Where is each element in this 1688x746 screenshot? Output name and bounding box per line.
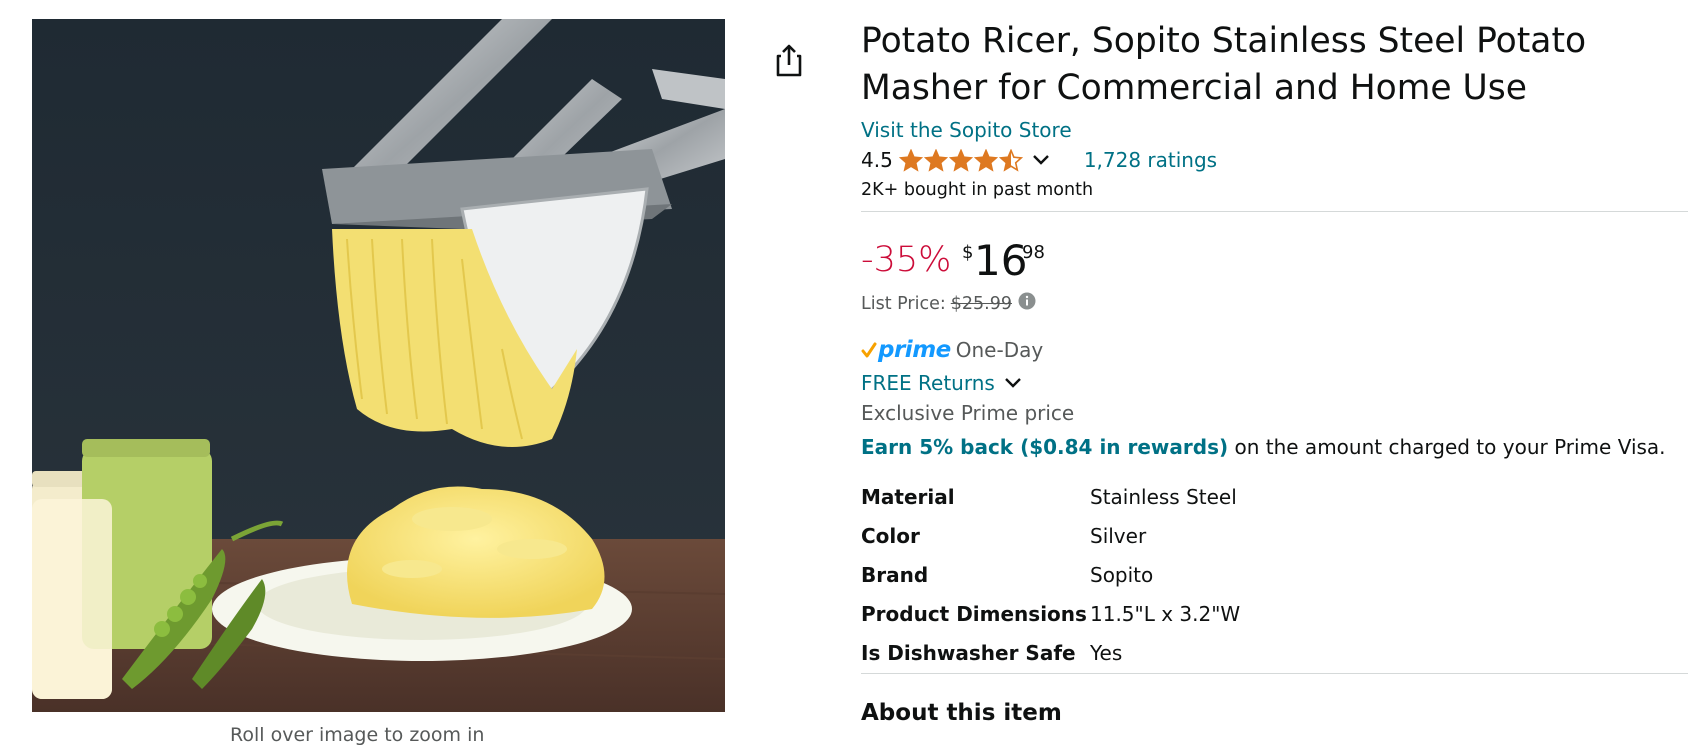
prime-logo-text: prime: [878, 337, 951, 363]
chevron-down-icon: [1004, 377, 1022, 389]
spec-value: Sopito: [1090, 562, 1154, 587]
free-returns-label: FREE Returns: [861, 371, 995, 395]
list-price: List Price: $25.99: [861, 292, 1036, 315]
rewards-text: on the amount charged to your Prime Visa…: [1228, 435, 1666, 459]
star-icon: [973, 148, 998, 172]
chevron-down-icon[interactable]: [1032, 154, 1050, 166]
star-icon: [998, 148, 1023, 172]
product-title: Potato Ricer, Sopito Stainless Steel Pot…: [861, 21, 1587, 108]
rewards-link[interactable]: Earn 5% back ($0.84 in rewards): [861, 435, 1228, 459]
price-whole: 16: [974, 236, 1028, 285]
spec-row: Material Stainless Steel: [861, 477, 1240, 516]
spec-value: Silver: [1090, 523, 1147, 548]
spec-label: Color: [861, 523, 920, 548]
spec-label: Brand: [861, 562, 929, 587]
star-icon: [948, 148, 973, 172]
spec-row: Brand Sopito: [861, 555, 1240, 594]
spec-row: Color Silver: [861, 516, 1240, 555]
price-symbol: $: [962, 242, 974, 263]
prime-check-icon: [861, 341, 877, 359]
price-fraction: 98: [1022, 242, 1045, 263]
list-price-label: List Price:: [861, 293, 946, 314]
prime-badge: prime One-Day: [861, 336, 1043, 364]
exclusive-prime-price: Exclusive Prime price: [861, 401, 1075, 425]
product-specs-table: Material Stainless Steel Color Silver Br…: [861, 477, 1240, 672]
share-icon[interactable]: [772, 42, 806, 80]
rating-row: 4.5 1,728 ratings: [861, 146, 1217, 174]
free-returns-link[interactable]: FREE Returns: [861, 369, 1022, 397]
rating-stars[interactable]: [898, 148, 1024, 172]
list-price-value: $25.99: [950, 293, 1012, 314]
divider: [861, 211, 1688, 212]
spec-value: Yes: [1090, 640, 1123, 665]
about-heading: About this item: [861, 700, 1062, 726]
spec-value: 11.5"L x 3.2"W: [1090, 601, 1241, 626]
spec-value: Stainless Steel: [1090, 484, 1237, 509]
divider: [861, 673, 1688, 674]
prime-speed: One-Day: [955, 338, 1044, 362]
product-image[interactable]: [32, 19, 725, 712]
discount-percent: -35%: [861, 240, 952, 280]
zoom-hint: Roll over image to zoom in: [230, 724, 485, 746]
spec-label: Product Dimensions: [861, 601, 1087, 626]
spec-row: Is Dishwasher Safe Yes: [861, 633, 1240, 672]
star-icon: [898, 148, 923, 172]
store-link[interactable]: Visit the Sopito Store: [861, 118, 1072, 142]
info-icon[interactable]: [1018, 292, 1036, 315]
star-icon: [923, 148, 948, 172]
spec-row: Product Dimensions 11.5"L x 3.2"W: [861, 594, 1240, 633]
rating-value: 4.5: [861, 148, 893, 172]
spec-label: Material: [861, 484, 955, 509]
ratings-count-link[interactable]: 1,728 ratings: [1084, 148, 1217, 172]
bought-in-past-month: 2K+ bought in past month: [861, 180, 1094, 200]
rewards-offer: Earn 5% back ($0.84 in rewards) on the a…: [861, 435, 1666, 459]
spec-label: Is Dishwasher Safe: [861, 640, 1076, 665]
